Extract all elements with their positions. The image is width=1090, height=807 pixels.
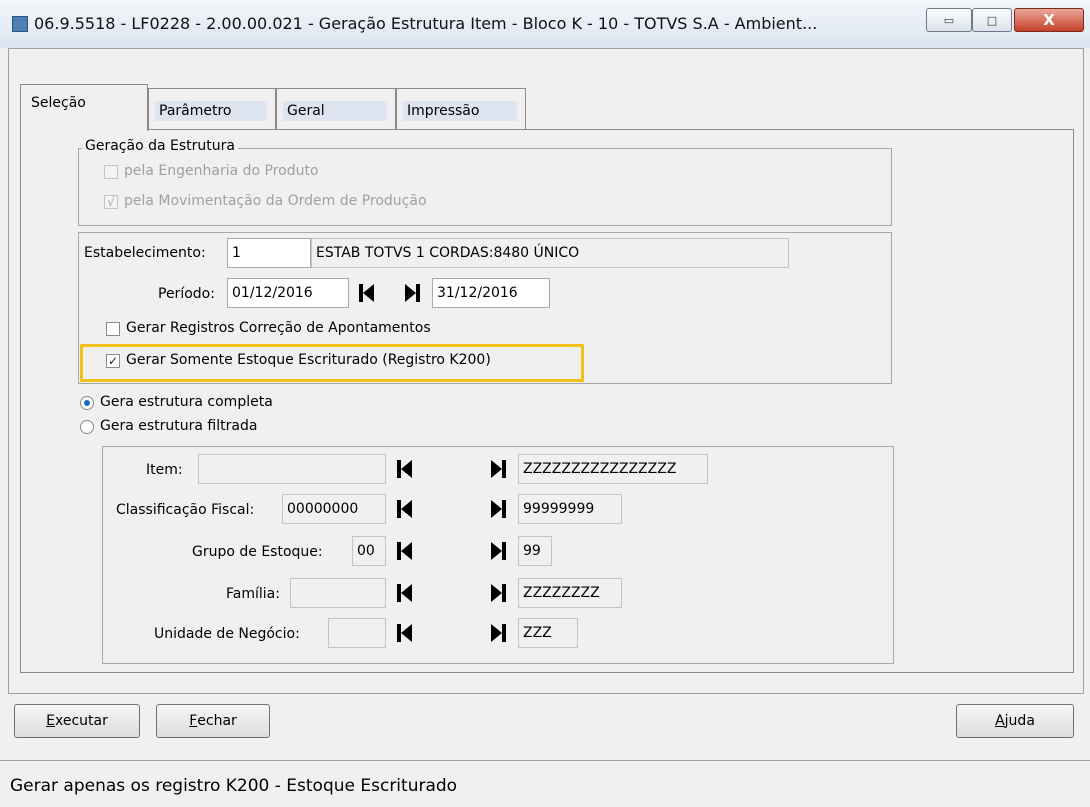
periodo-start-input[interactable]: 01/12/2016 [227, 278, 349, 308]
tab-label: Impressão [403, 101, 517, 121]
fechar-button[interactable]: Fechar [156, 704, 270, 738]
unidade-last-button[interactable] [486, 618, 510, 648]
somente-estoque-checkbox[interactable]: ✓ [106, 354, 120, 368]
close-icon: X [1043, 11, 1055, 29]
geracao-title: Geração da Estrutura [82, 138, 238, 154]
estab-input[interactable]: 1 [227, 238, 311, 268]
estab-description: ESTAB TOTVS 1 CORDAS:8480 ÚNICO [311, 238, 789, 268]
grupo-from-input[interactable]: 00 [352, 536, 386, 566]
last-record-icon [490, 542, 506, 560]
grupo-first-button[interactable] [392, 536, 416, 566]
familia-first-button[interactable] [392, 578, 416, 608]
last-record-icon [490, 584, 506, 602]
item-first-button[interactable] [392, 454, 416, 484]
item-last-button[interactable] [486, 454, 510, 484]
tab-label: Parâmetro [155, 101, 267, 121]
app-icon [12, 16, 28, 32]
engenharia-checkbox[interactable] [104, 165, 118, 179]
checkbox-check-icon: ✓ [107, 354, 119, 368]
first-record-icon [396, 542, 412, 560]
checkbox-check-icon: √ [107, 195, 115, 209]
executar-label: xecutar [54, 713, 108, 729]
tab-parametro[interactable]: Parâmetro [148, 88, 276, 129]
maximize-button[interactable]: □ [972, 8, 1012, 32]
gera-completa-radio[interactable] [80, 396, 94, 410]
minimize-button[interactable]: ▭ [926, 8, 972, 32]
minimize-icon: ▭ [943, 13, 955, 27]
engenharia-label: pela Engenharia do Produto [124, 163, 319, 179]
grupo-last-button[interactable] [486, 536, 510, 566]
tab-geral[interactable]: Geral [276, 88, 396, 129]
periodo-end-input[interactable]: 31/12/2016 [432, 278, 550, 308]
classificacao-label: Classificação Fiscal: [116, 502, 255, 518]
fechar-label: echar [197, 713, 237, 729]
classificacao-last-button[interactable] [486, 494, 510, 524]
movimentacao-label: pela Movimentação da Ordem de Produção [124, 193, 427, 209]
gera-filtrada-radio[interactable] [80, 420, 94, 434]
first-record-icon [358, 284, 374, 302]
item-from-input[interactable] [198, 454, 386, 484]
familia-from-input[interactable] [290, 578, 386, 608]
tab-impressao[interactable]: Impressão [396, 88, 526, 129]
estab-label: Estabelecimento: [84, 245, 206, 261]
gera-completa-label: Gera estrutura completa [100, 394, 273, 410]
last-record-button[interactable] [400, 278, 424, 308]
ajuda-accesskey: A [995, 713, 1005, 729]
movimentacao-checkbox[interactable]: √ [104, 195, 118, 209]
item-label: Item: [146, 462, 183, 478]
geracao-groupbox [78, 148, 892, 226]
first-record-icon [396, 584, 412, 602]
correcao-label: Gerar Registros Correção de Apontamentos [126, 320, 431, 336]
last-record-icon [490, 624, 506, 642]
ajuda-label: juda [1004, 713, 1035, 729]
maximize-icon: □ [986, 13, 998, 27]
classificacao-from-input[interactable]: 00000000 [282, 494, 386, 524]
tab-label: Seleção [31, 95, 86, 111]
familia-label: Família: [226, 586, 280, 602]
periodo-label: Período: [158, 286, 215, 302]
status-text: Gerar apenas os registro K200 - Estoque … [10, 776, 458, 796]
grupo-to-input[interactable]: 99 [518, 536, 552, 566]
tab-label: Geral [283, 101, 387, 121]
unidade-label: Unidade de Negócio: [154, 626, 300, 642]
fechar-accesskey: F [189, 713, 198, 729]
item-to-input[interactable]: ZZZZZZZZZZZZZZZZ [518, 454, 708, 484]
executar-button[interactable]: Executar [14, 704, 140, 738]
tab-selecao[interactable]: Seleção [20, 84, 148, 131]
first-record-icon [396, 500, 412, 518]
gera-filtrada-label: Gera estrutura filtrada [100, 418, 258, 434]
first-record-icon [396, 460, 412, 478]
window-title: 06.9.5518 - LF0228 - 2.00.00.021 - Geraç… [34, 14, 818, 33]
first-record-button[interactable] [354, 278, 378, 308]
somente-estoque-label: Gerar Somente Estoque Escriturado (Regis… [126, 352, 491, 368]
unidade-to-input[interactable]: ZZZ [518, 618, 578, 648]
ajuda-button[interactable]: Ajuda [956, 704, 1074, 738]
executar-accesskey: E [46, 713, 55, 729]
last-record-icon [404, 284, 420, 302]
last-record-icon [490, 460, 506, 478]
familia-to-input[interactable]: ZZZZZZZZ [518, 578, 622, 608]
classificacao-to-input[interactable]: 99999999 [518, 494, 622, 524]
classificacao-first-button[interactable] [392, 494, 416, 524]
close-button[interactable]: X [1014, 8, 1084, 32]
unidade-first-button[interactable] [392, 618, 416, 648]
grupo-label: Grupo de Estoque: [192, 544, 323, 560]
last-record-icon [490, 500, 506, 518]
unidade-from-input[interactable] [328, 618, 386, 648]
first-record-icon [396, 624, 412, 642]
correcao-checkbox[interactable] [106, 322, 120, 336]
familia-last-button[interactable] [486, 578, 510, 608]
